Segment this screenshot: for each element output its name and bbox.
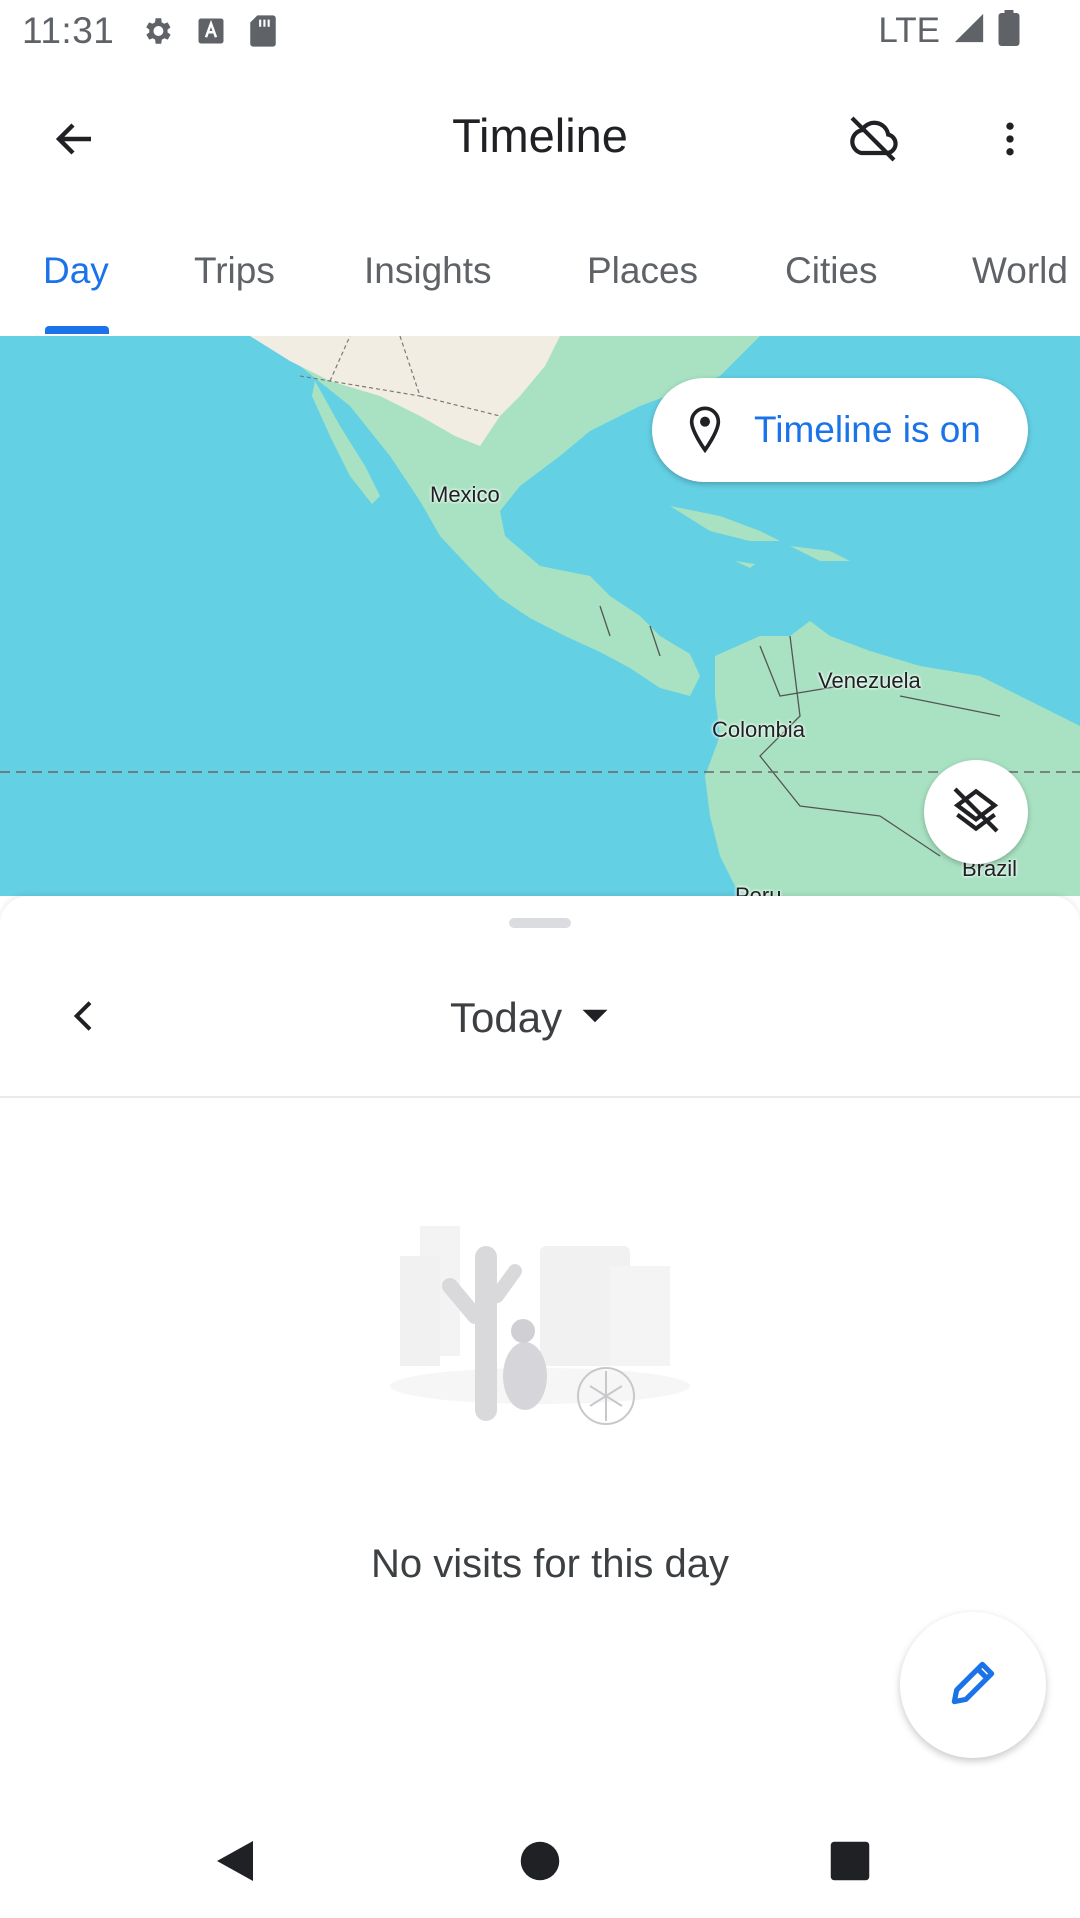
map-label-venezuela: Venezuela: [818, 668, 921, 693]
nav-home-button[interactable]: [505, 1830, 575, 1896]
date-selector[interactable]: Today: [450, 988, 610, 1048]
more-vert-icon: [988, 117, 1032, 166]
status-time: 11:31: [22, 10, 115, 51]
status-icons-right: LTE: [878, 10, 1020, 51]
page-title: Timeline: [452, 109, 628, 162]
previous-day-button[interactable]: [55, 988, 115, 1048]
tab-insights[interactable]: Insights: [364, 250, 492, 292]
tab-bar: Day Trips Insights Places Cities World: [0, 222, 1080, 337]
tab-cities[interactable]: Cities: [785, 250, 878, 292]
empty-state-illustration: [380, 1186, 700, 1456]
more-options-button[interactable]: [975, 106, 1045, 176]
layers-off-icon: [948, 782, 1004, 843]
tab-trips[interactable]: Trips: [194, 250, 275, 292]
divider: [0, 1096, 1080, 1098]
location-pin-icon: [682, 404, 728, 456]
empty-state-message: No visits for this day: [371, 1542, 729, 1586]
nav-recents-button[interactable]: [815, 1830, 885, 1896]
chevron-left-icon: [65, 996, 105, 1041]
active-tab-indicator: [45, 326, 109, 334]
signal-icon: [952, 11, 986, 50]
nav-recents-square-icon: [829, 1840, 871, 1887]
nav-home-circle-icon: [519, 1840, 561, 1887]
settings-icon: [140, 14, 174, 53]
sheet-drag-handle[interactable]: [509, 918, 571, 928]
system-nav-bar: [0, 1806, 1080, 1918]
edit-pencil-icon: [945, 1655, 1001, 1716]
sd-card-icon: [248, 14, 278, 53]
map-label-mexico: Mexico: [430, 482, 500, 507]
tab-world[interactable]: World: [972, 250, 1068, 292]
nav-back-triangle-icon: [213, 1837, 257, 1890]
cloud-off-icon: [845, 111, 901, 172]
network-type: LTE: [878, 10, 940, 50]
map-label-colombia: Colombia: [712, 717, 805, 742]
tab-places[interactable]: Places: [587, 250, 698, 292]
map-label-peru: Peru: [735, 883, 782, 896]
dropdown-arrow-icon: [580, 1006, 610, 1031]
timeline-status-label: Timeline is on: [754, 409, 981, 450]
date-label: Today: [450, 994, 563, 1041]
nav-back-button[interactable]: [200, 1830, 270, 1896]
edit-fab[interactable]: [900, 1612, 1046, 1758]
timeline-status-chip[interactable]: Timeline is on: [652, 378, 1028, 482]
tab-day[interactable]: Day: [43, 250, 109, 292]
backup-status-button[interactable]: [838, 106, 908, 176]
status-bar: 11:31 LTE: [0, 0, 1080, 64]
font-icon: [196, 16, 226, 51]
status-icons-left: [140, 14, 278, 53]
map-layers-button[interactable]: [924, 760, 1028, 864]
app-bar: Timeline: [0, 70, 1080, 205]
battery-icon: [998, 10, 1020, 51]
